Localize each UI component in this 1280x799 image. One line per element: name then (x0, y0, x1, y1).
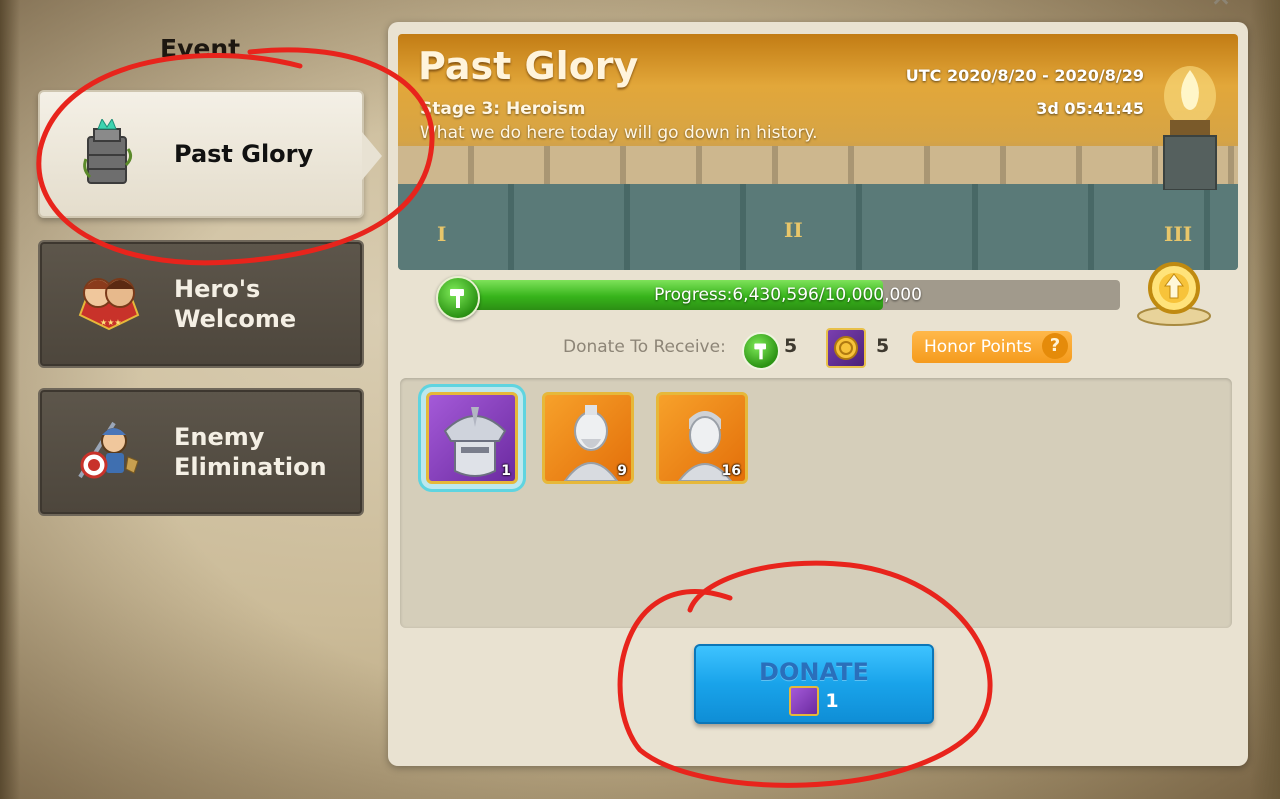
reward-medal-icon[interactable] (1136, 260, 1212, 326)
donate-button-label: DONATE (759, 658, 869, 686)
sidebar-title: Event (160, 34, 241, 63)
hammer-icon (742, 332, 780, 370)
banner-wall (398, 184, 1238, 270)
svg-text:★★★: ★★★ (100, 318, 122, 327)
donate-button[interactable]: DONATE 1 (694, 644, 934, 724)
sidebar-item-label: Enemy Elimination (174, 423, 327, 481)
banner-quote: What we do here today will go down in hi… (420, 123, 818, 143)
frame-left-edge (0, 0, 20, 799)
stage-mark-2: II (784, 218, 803, 242)
donate-cost-amount: 1 (825, 690, 839, 712)
stage-mark-3: III (1164, 222, 1193, 246)
stone-tower-icon (74, 117, 144, 189)
help-icon[interactable]: ? (1042, 333, 1068, 359)
item-general-bust[interactable]: 9 (542, 392, 634, 484)
banner-wall-top (398, 146, 1238, 186)
stage-mark-1: I (437, 222, 447, 246)
item-samurai-sculpture[interactable]: 1 (426, 392, 518, 484)
hammer-reward-amount: 5 (784, 335, 798, 357)
banner-stage: Stage 3: Heroism (420, 99, 586, 119)
donation-progress-bar: Progress:6,430,596/10,000,000 (436, 276, 1120, 320)
honor-points-label: Honor Points (924, 337, 1032, 357)
close-icon[interactable]: ⌃ (1198, 0, 1244, 27)
samurai-helmet-icon (789, 686, 820, 716)
progress-label: Progress: (654, 285, 733, 305)
gold-coin-icon (826, 328, 866, 368)
donation-items-area (400, 378, 1232, 628)
donate-cost: 1 (696, 686, 932, 716)
item-soldier-bust[interactable]: 16 (656, 392, 748, 484)
frame-right-edge (1250, 0, 1280, 799)
progress-text: Progress:6,430,596/10,000,000 (456, 280, 1120, 310)
sidebar-item-enemy-elimination[interactable]: Enemy Elimination (38, 388, 364, 516)
banner-title: Past Glory (418, 44, 639, 88)
donate-to-receive-label: Donate To Receive: (563, 337, 726, 357)
event-date-range: UTC 2020/8/20 - 2020/8/29 (905, 66, 1144, 85)
item-count: 1 (501, 463, 511, 479)
soldier-target-icon (74, 417, 144, 487)
item-count: 9 (617, 463, 627, 479)
sidebar-item-heros-welcome[interactable]: ★★★ Hero's Welcome (38, 240, 364, 368)
hammer-icon (436, 276, 480, 320)
honor-points-button[interactable]: Honor Points ? (912, 331, 1072, 363)
heroes-crest-icon: ★★★ (74, 269, 144, 339)
event-countdown: 3d 05:41:45 (1036, 99, 1144, 118)
progress-value: 6,430,596/10,000,000 (732, 285, 922, 305)
coin-reward-amount: 5 (876, 335, 890, 357)
sidebar-item-label: Hero's Welcome (174, 275, 297, 333)
torch-icon (1160, 50, 1220, 191)
sidebar-item-past-glory[interactable]: Past Glory (38, 90, 382, 218)
sidebar-item-label: Past Glory (174, 140, 314, 168)
item-count: 16 (721, 463, 741, 479)
